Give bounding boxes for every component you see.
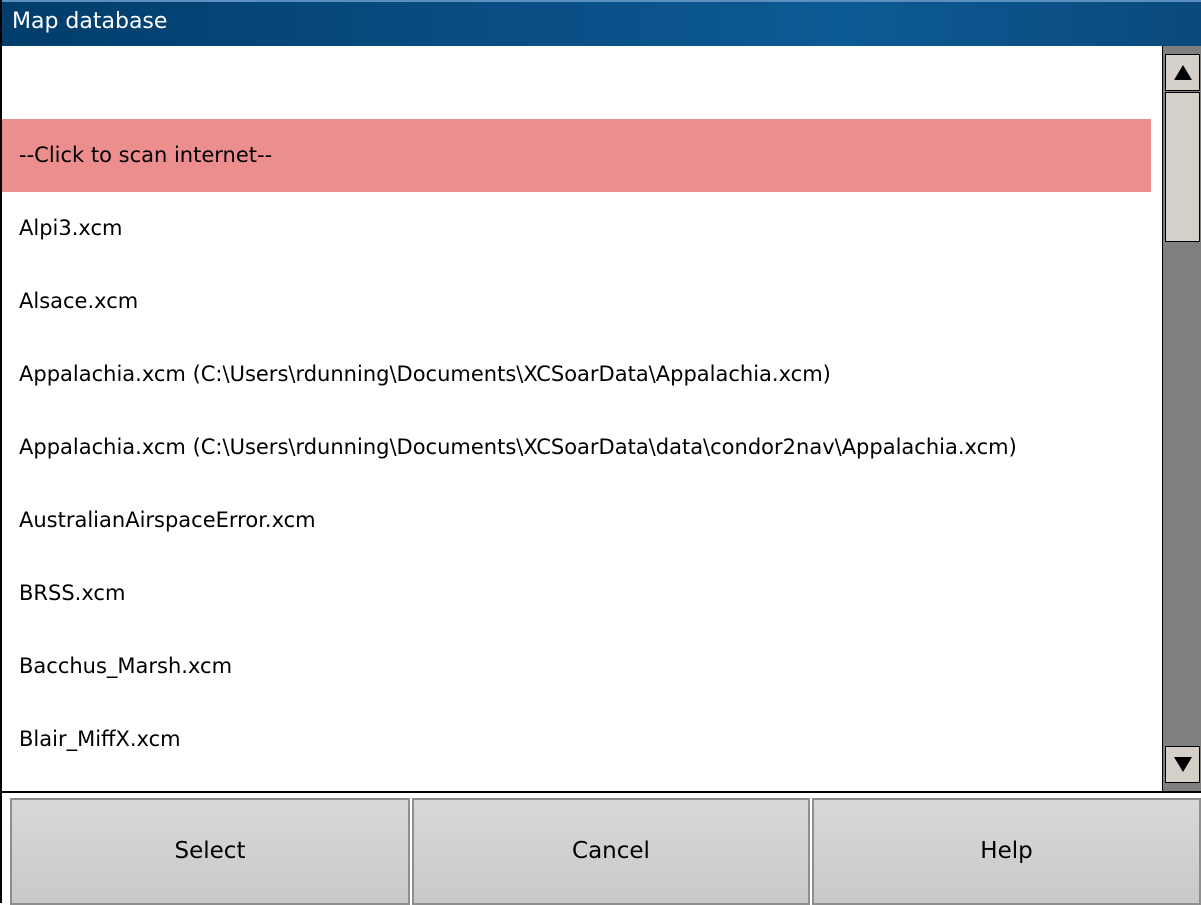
list-item[interactable]: Bacchus_Marsh.xcm <box>2 630 1151 703</box>
select-button[interactable]: Select <box>10 798 410 905</box>
scroll-up-button[interactable] <box>1165 54 1200 91</box>
list-item[interactable]: AustralianAirspaceError.xcm <box>2 484 1151 557</box>
cancel-button[interactable]: Cancel <box>412 798 810 905</box>
list-item[interactable]: BRSS.xcm <box>2 557 1151 630</box>
list-item[interactable]: Appalachia.xcm (C:\Users\rdunning\Docume… <box>2 338 1151 411</box>
list-item-scan-internet[interactable]: --Click to scan internet-- <box>2 119 1151 192</box>
scroll-down-button[interactable] <box>1165 746 1200 783</box>
list-item[interactable]: Alpi3.xcm <box>2 192 1151 265</box>
list-item[interactable]: Appalachia.xcm (C:\Users\rdunning\Docume… <box>2 411 1151 484</box>
vertical-scrollbar[interactable] <box>1162 46 1201 791</box>
map-database-dialog: Map database --Click to scan internet-- … <box>0 0 1201 905</box>
help-button[interactable]: Help <box>812 798 1201 905</box>
scrollbar-thumb[interactable] <box>1165 92 1200 242</box>
arrow-down-icon <box>1174 757 1192 772</box>
window-title: Map database <box>2 0 1201 46</box>
list-item-blank[interactable] <box>2 46 1151 119</box>
list-item[interactable]: Alsace.xcm <box>2 265 1151 338</box>
list-item[interactable]: Blair_MiffX.xcm <box>2 703 1151 776</box>
map-file-list[interactable]: --Click to scan internet-- Alpi3.xcm Als… <box>2 46 1162 791</box>
button-bar: Select Cancel Help <box>2 791 1201 905</box>
arrow-up-icon <box>1174 65 1192 80</box>
